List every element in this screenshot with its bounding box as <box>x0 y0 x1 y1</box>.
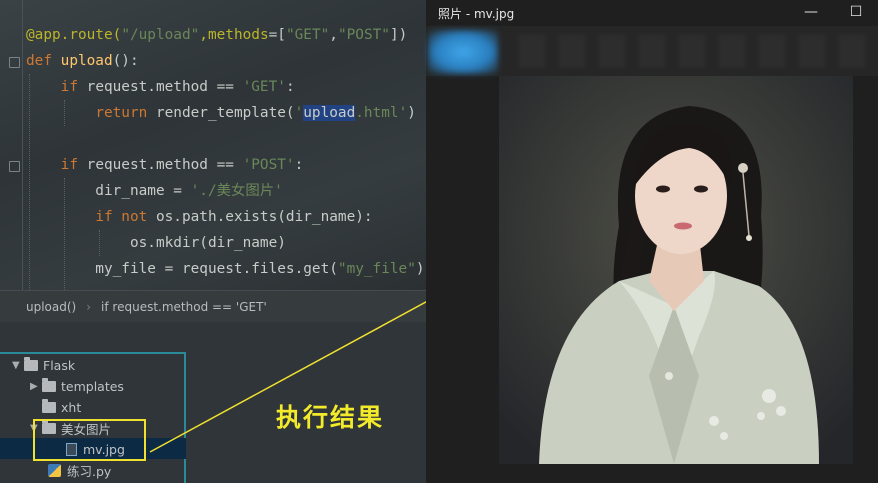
portrait-illustration <box>499 76 853 464</box>
toolbar-button[interactable] <box>638 34 666 68</box>
active-toolbar-button[interactable] <box>428 30 498 74</box>
fold-marker[interactable] <box>9 57 20 68</box>
code-token: def <box>26 53 61 69</box>
code-line[interactable]: if not os.path.exists(dir_name): <box>26 204 425 230</box>
maximize-button[interactable]: ☐ <box>849 5 863 19</box>
code-token: "/upload" <box>121 27 200 43</box>
selected-token: upload <box>303 105 356 121</box>
chevron-right-icon[interactable]: ▶ <box>30 381 42 392</box>
code-token: 'POST' <box>242 157 295 173</box>
code-token: (): <box>112 53 139 69</box>
tree-item-templates[interactable]: ▶ templates <box>30 376 124 397</box>
code-token: "POST" <box>337 27 390 43</box>
python-file-icon <box>48 464 61 477</box>
code-token: @app.route( <box>26 27 122 43</box>
code-token: ) <box>407 105 416 121</box>
folder-icon <box>24 357 38 371</box>
toolbar-button[interactable] <box>558 34 586 68</box>
code-line[interactable]: os.mkdir(dir_name) <box>26 230 425 256</box>
code-token: request.method == <box>86 157 243 173</box>
code-line[interactable] <box>26 126 425 152</box>
code-token: ' <box>294 105 304 121</box>
toolbar-button[interactable] <box>718 34 746 68</box>
code-token: request.method == <box>86 79 243 95</box>
tree-item-label: templates <box>61 379 124 394</box>
code-token: "my_file" <box>337 261 416 277</box>
code-token: render_template( <box>155 105 295 121</box>
code-token: ) <box>415 261 425 277</box>
code-token: .html' <box>355 105 408 121</box>
breadcrumb-condition[interactable]: if request.method == 'GET' <box>101 300 267 314</box>
code-line[interactable]: dir_name = './美女图片' <box>26 178 425 204</box>
minimize-button[interactable]: — <box>804 5 818 19</box>
annotation-highlight-box <box>33 419 146 461</box>
title-bar[interactable]: 照片 - mv.jpg — ☐ <box>426 0 878 26</box>
code-token: if <box>60 157 87 173</box>
code-token: my_file = request.files.get( <box>26 261 338 277</box>
code-line[interactable]: if request.method == 'POST': <box>26 152 425 178</box>
result-label: 执行结果 <box>276 403 385 432</box>
code-token: return <box>95 105 156 121</box>
code-token: ]) <box>389 27 408 43</box>
code-token: dir_name = <box>26 183 191 199</box>
code-token: 'GET' <box>242 79 286 95</box>
code-token: './美女图片' <box>190 183 283 199</box>
code-token: upload <box>60 53 113 69</box>
code-token: if <box>60 79 87 95</box>
code-line[interactable]: def upload(): <box>26 48 425 74</box>
toolbar-button[interactable] <box>678 34 706 68</box>
toolbar[interactable] <box>426 26 878 76</box>
toolbar-button[interactable] <box>598 34 626 68</box>
code-token: methods <box>207 27 269 43</box>
toolbar-button[interactable] <box>518 34 546 68</box>
tree-item-label: xht <box>61 400 82 415</box>
code-lines[interactable]: @app.route("/upload",methods=["GET","POS… <box>26 22 425 282</box>
tree-item-xht[interactable]: xht <box>30 397 81 418</box>
code-token: : <box>285 79 295 95</box>
code-token: os.path.exists(dir_name): <box>155 209 373 225</box>
code-token: =[ <box>268 27 286 43</box>
breadcrumb: upload() › if request.method == 'GET' <box>0 290 426 322</box>
tree-item-practice-py[interactable]: 练习.py <box>48 460 111 481</box>
photo-image <box>499 76 853 464</box>
code-line[interactable]: if request.method == 'GET': <box>26 74 425 100</box>
folder-icon <box>42 378 56 392</box>
window-title: 照片 - mv.jpg <box>438 7 515 21</box>
code-line[interactable]: return render_template('upload.html') <box>26 100 425 126</box>
toolbar-button[interactable] <box>838 34 866 68</box>
breadcrumb-separator: › <box>86 299 92 314</box>
code-token: "GET" <box>285 27 330 43</box>
tree-item-flask[interactable]: ▼ Flask <box>12 355 75 376</box>
editor-gutter <box>0 0 23 290</box>
code-line[interactable]: @app.route("/upload",methods=["GET","POS… <box>26 22 425 48</box>
code-editor[interactable]: @app.route("/upload",methods=["GET","POS… <box>0 0 426 290</box>
toolbar-button[interactable] <box>758 34 786 68</box>
code-token: os.mkdir(dir_name) <box>26 235 286 251</box>
code-line[interactable]: my_file = request.files.get("my_file") <box>26 256 425 282</box>
tree-item-label: Flask <box>43 358 76 373</box>
toolbar-button[interactable] <box>798 34 826 68</box>
code-token: : <box>294 157 304 173</box>
folder-icon <box>42 399 56 413</box>
code-token: , <box>199 27 208 43</box>
code-token: if not <box>95 209 156 225</box>
tree-item-label: 练习.py <box>67 464 112 479</box>
photo-viewer-window[interactable]: 照片 - mv.jpg — ☐ <box>426 0 878 483</box>
fold-marker[interactable] <box>9 161 20 172</box>
chevron-down-icon[interactable]: ▼ <box>12 360 24 371</box>
breadcrumb-function[interactable]: upload() <box>26 300 76 314</box>
code-token: , <box>329 27 338 43</box>
